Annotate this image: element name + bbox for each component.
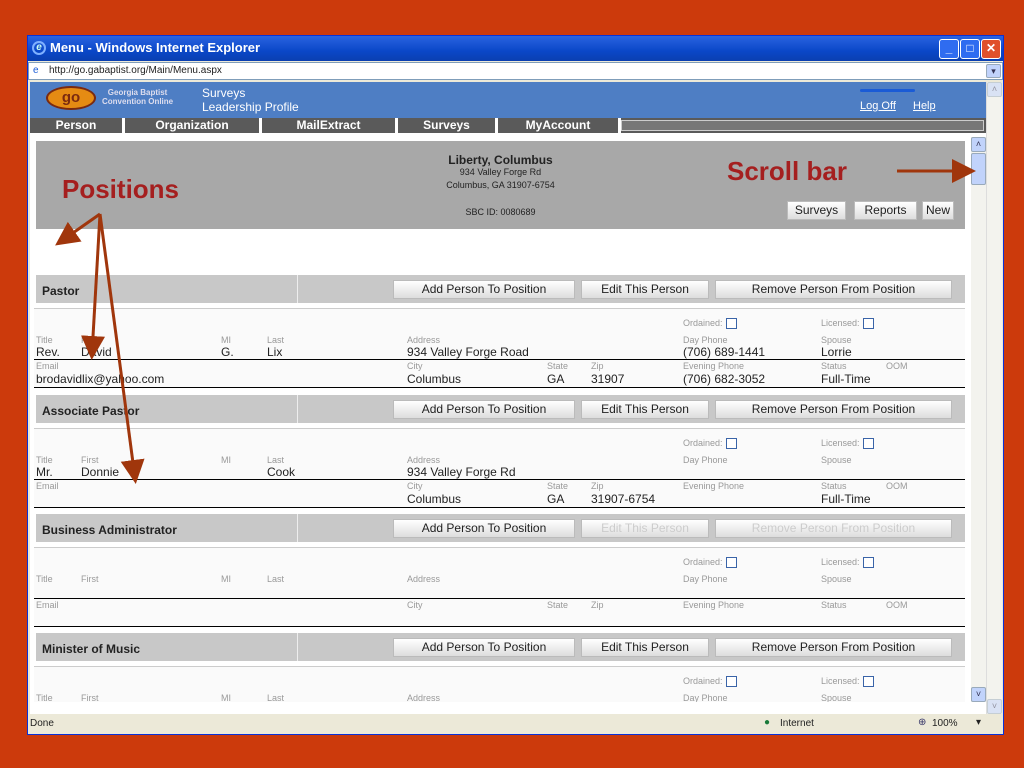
arrow-to-business — [98, 213, 145, 484]
annotation-arrows — [55, 159, 976, 484]
arrow-to-pastor — [55, 212, 101, 246]
arrow-to-associate — [81, 213, 106, 360]
